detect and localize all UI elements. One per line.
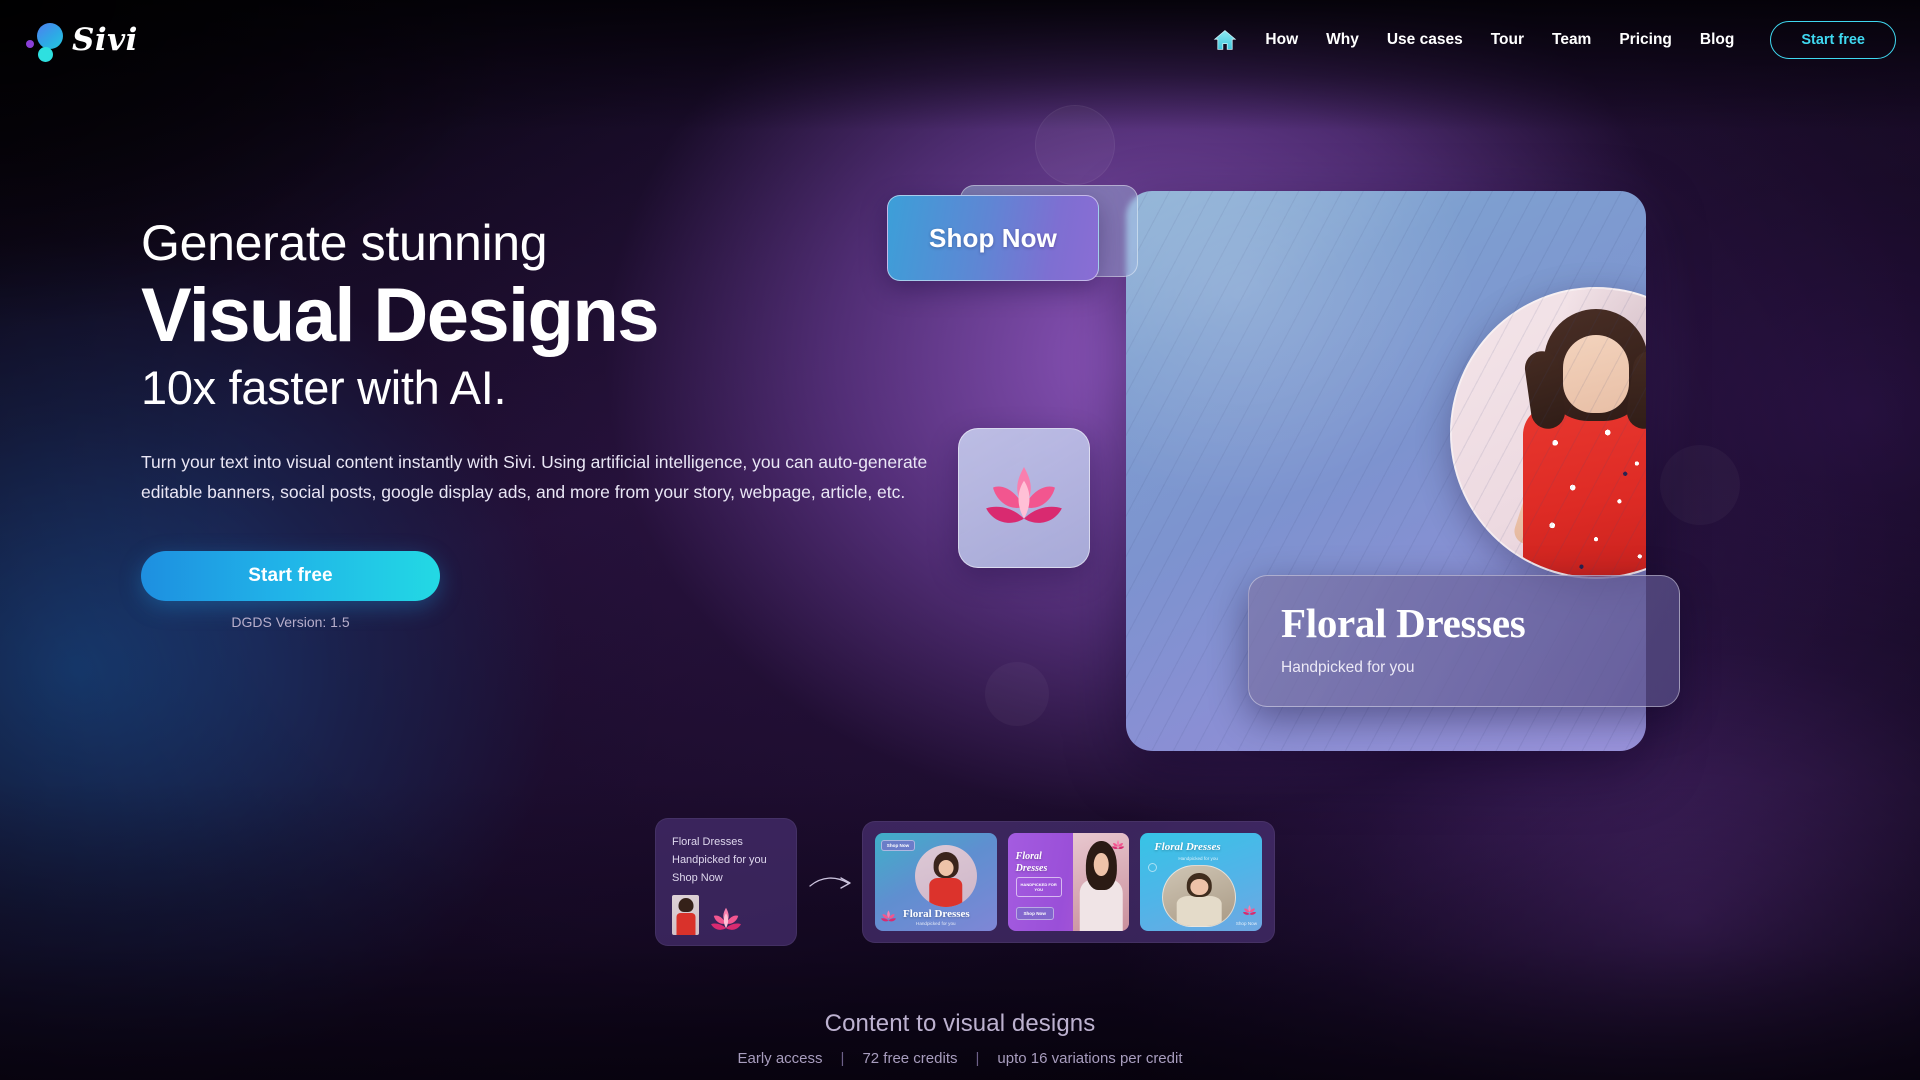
floral-card-title: Floral Dresses: [1281, 600, 1526, 646]
flow-tagline: Content to visual designs: [824, 1010, 1096, 1037]
variant-2-title: Floral Dresses: [1015, 851, 1048, 874]
variant-1-shop-now-chip: Shop Now: [881, 840, 915, 851]
curved-arrow-right-icon: [809, 877, 851, 889]
hero-start-free-button[interactable]: Start free: [141, 550, 440, 601]
nav-start-free-button[interactable]: Start free: [1770, 21, 1896, 59]
variant-1-mini-face: [938, 859, 954, 876]
model-photo-backdrop: [1452, 289, 1646, 577]
version-label: DGDS Version: 1.5: [231, 613, 350, 630]
variant-1-mini-model: [915, 845, 977, 907]
variant-1-lotus-icon: [881, 910, 896, 922]
variant-2-mini-face: [1094, 852, 1109, 877]
variant-3-lotus-icon: [1242, 905, 1257, 915]
thumbnail-hair: [678, 898, 693, 913]
model-photo-circle: [1450, 287, 1646, 579]
nav-link-why[interactable]: Why: [1312, 23, 1373, 57]
variant-3-shop-now-label: Shop Now: [1235, 921, 1258, 926]
logo-dot-cyan-icon: [38, 47, 53, 62]
brand-name: Sivi: [72, 21, 138, 58]
flow-input-card: Floral Dresses Handpicked for you Shop N…: [655, 818, 797, 946]
design-variant-1[interactable]: Shop Now Floral Dresses Handpicked for y…: [875, 833, 997, 931]
brand-logo[interactable]: Sivi: [24, 18, 138, 62]
nav-link-use-cases[interactable]: Use cases: [1373, 23, 1477, 57]
flow-input-lotus-icon: [711, 908, 741, 931]
flow-input-assets: [672, 895, 796, 936]
nav-link-tour[interactable]: Tour: [1477, 23, 1538, 57]
design-variant-3[interactable]: Floral Dresses Handpicked for you Shop N…: [1140, 833, 1263, 931]
lotus-flower-icon: [986, 467, 1062, 523]
variant-1-mini-dress: [929, 878, 963, 907]
variant-3-title: Floral Dresses: [1154, 841, 1221, 853]
logo-dot-purple-icon: [26, 40, 34, 48]
model-arms: [1516, 495, 1646, 555]
variant-3-mini-model: [1163, 866, 1235, 926]
nav-link-pricing[interactable]: Pricing: [1605, 23, 1686, 57]
variant-3-decor-ring: [1148, 863, 1158, 872]
variant-2-shop-now-chip: Shop Now: [1015, 907, 1054, 920]
floral-dresses-card: Floral Dresses Handpicked for you: [1248, 575, 1680, 707]
footer-fact-early-access: Early access: [737, 1050, 823, 1067]
model-face: [1563, 335, 1629, 413]
lotus-logo-card: [958, 428, 1090, 568]
footer-fact-variations: upto 16 variations per credit: [997, 1050, 1183, 1067]
hero-headline-line3: 10x faster with AI.: [141, 361, 507, 415]
logo-dot-large-icon: [37, 23, 63, 49]
nav-link-how[interactable]: How: [1251, 23, 1312, 57]
content-to-design-flow: Floral Dresses Handpicked for you Shop N…: [655, 818, 1275, 946]
hero-artwork: Shop Now Floral Dresses Handpicked for y…: [887, 150, 1780, 790]
nav-links-group: How Why Use cases Tour Team Pricing Blog…: [1205, 20, 1896, 60]
top-navigation-bar: Sivi How Why Use cases Tour Team Pricing…: [0, 0, 1920, 80]
flow-output-card: Shop Now Floral Dresses Handpicked for y…: [862, 821, 1275, 943]
flow-input-line-1: Floral Dresses: [672, 836, 743, 848]
variant-1-model-circle: [915, 845, 977, 907]
model-neck: [1581, 397, 1611, 431]
variant-1-title: Floral Dresses: [903, 908, 970, 920]
floral-card-subtitle: Handpicked for you: [1281, 659, 1415, 677]
shop-now-card-backplate: Shop Now: [887, 185, 1138, 281]
design-variant-2[interactable]: Floral Dresses HANDPICKED FOR YOU Shop N…: [1007, 833, 1130, 931]
variant-3-mini-face: [1190, 879, 1208, 895]
variant-3-model-circle: [1162, 865, 1237, 927]
nav-link-team[interactable]: Team: [1538, 23, 1605, 57]
variant-2-handpicked-box: HANDPICKED FOR YOU: [1015, 877, 1062, 897]
hero-copy-block: Generate stunning Visual Designs 10x fas…: [141, 215, 971, 630]
hero-headline-line2: Visual Designs: [141, 273, 659, 358]
variant-2-lotus-icon: [1112, 839, 1125, 850]
flow-input-line-3: Shop Now: [672, 871, 723, 884]
footer-facts: Early access | 72 free credits | upto 16…: [0, 1050, 1920, 1067]
thumbnail-dress: [676, 913, 695, 936]
flow-input-line-2: Handpicked for you: [672, 853, 767, 866]
hero-cta-group: Start free DGDS Version: 1.5: [141, 550, 440, 630]
hero-headline-line1: Generate stunning: [141, 215, 548, 271]
sivi-dots-logo-icon: [24, 18, 68, 62]
home-icon[interactable]: [1205, 20, 1245, 60]
flow-input-thumbnail: [672, 895, 699, 936]
variant-3-subtitle: Handpicked for you: [1178, 856, 1218, 861]
hero-description: Turn your text into visual content insta…: [141, 451, 928, 502]
model-hair: [1544, 309, 1646, 421]
variant-1-subtitle: Handpicked for you: [916, 921, 956, 926]
variant-3-mini-dress: [1177, 896, 1222, 926]
model-red-floral-dress: [1523, 405, 1646, 577]
nav-link-blog[interactable]: Blog: [1686, 23, 1748, 57]
footer-fact-free-credits: 72 free credits: [862, 1050, 958, 1067]
